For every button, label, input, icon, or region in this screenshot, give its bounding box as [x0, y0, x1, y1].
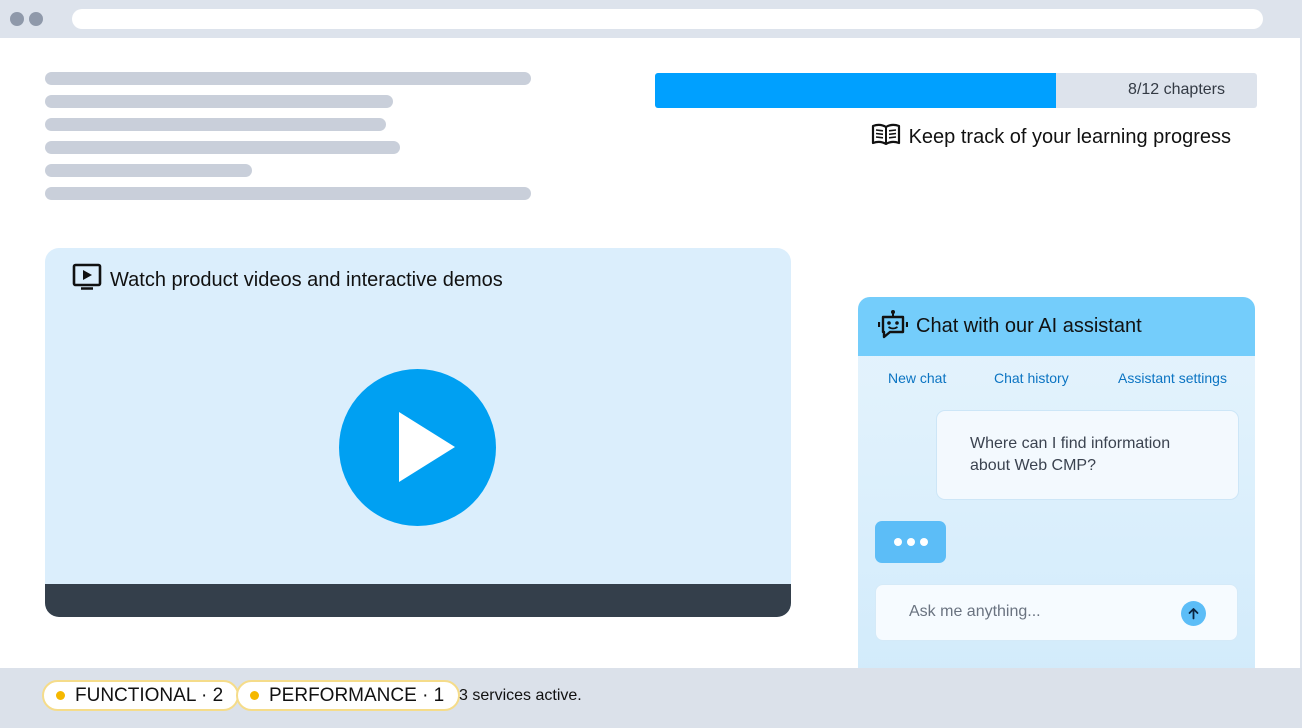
chat-title: Chat with our AI assistant	[916, 315, 1142, 337]
skeleton-line	[45, 95, 393, 108]
chat-input-placeholder: Ask me anything...	[909, 603, 1041, 620]
new-chat-link[interactable]: New chat	[888, 370, 946, 386]
window-control-dot[interactable]	[10, 12, 24, 26]
video-title: Watch product videos and interactive dem…	[110, 268, 503, 291]
robot-icon	[877, 309, 909, 345]
skeleton-line	[45, 141, 400, 154]
book-open-icon	[871, 123, 901, 151]
video-control-bar[interactable]	[45, 584, 791, 617]
typing-indicator	[875, 521, 946, 563]
category-pill-performance[interactable]: PERFORMANCE · 1	[236, 680, 461, 711]
category-label: PERFORMANCE · 1	[269, 684, 445, 706]
skeleton-line	[45, 164, 252, 177]
address-bar[interactable]	[72, 9, 1263, 29]
video-card: Watch product videos and interactive dem…	[45, 248, 791, 617]
chat-header: Chat with our AI assistant	[858, 297, 1255, 356]
window-control-dot[interactable]	[29, 12, 43, 26]
status-dot	[56, 691, 65, 700]
typing-dot	[906, 538, 915, 546]
progress-label: 8/12 chapters	[1128, 81, 1225, 98]
browser-toolbar	[0, 0, 1302, 38]
status-dot	[250, 691, 259, 700]
category-label: FUNCTIONAL · 2	[75, 684, 224, 706]
services-status: 3 services active.	[459, 687, 582, 704]
skeleton-line	[45, 72, 531, 85]
user-message: Where can I find information about Web C…	[936, 410, 1239, 500]
progress-fill	[655, 73, 1057, 108]
video-play-icon	[72, 263, 102, 297]
arrow-up-icon	[1188, 608, 1199, 620]
progress-caption-text: Keep track of your learning progress	[908, 125, 1231, 148]
typing-dot	[893, 538, 902, 546]
chat-history-link[interactable]: Chat history	[994, 370, 1069, 386]
skeleton-line	[45, 187, 531, 200]
assistant-settings-link[interactable]: Assistant settings	[1118, 370, 1227, 386]
send-button[interactable]	[1181, 601, 1206, 626]
chat-input[interactable]: Ask me anything...	[875, 584, 1238, 641]
consent-footer: FUNCTIONAL · 2 PERFORMANCE · 1 3 service…	[0, 668, 1302, 728]
progress-bar: 8/12 chapters	[655, 73, 1257, 108]
chat-panel: Chat with our AI assistant New chat Chat…	[858, 297, 1255, 677]
play-icon	[399, 412, 455, 482]
skeleton-line	[45, 118, 386, 131]
typing-dot	[919, 538, 928, 546]
play-button[interactable]	[339, 369, 496, 526]
video-header: Watch product videos and interactive dem…	[72, 263, 503, 297]
progress-caption: Keep track of your learning progress	[871, 123, 1231, 151]
category-pill-functional[interactable]: FUNCTIONAL · 2	[42, 680, 240, 711]
